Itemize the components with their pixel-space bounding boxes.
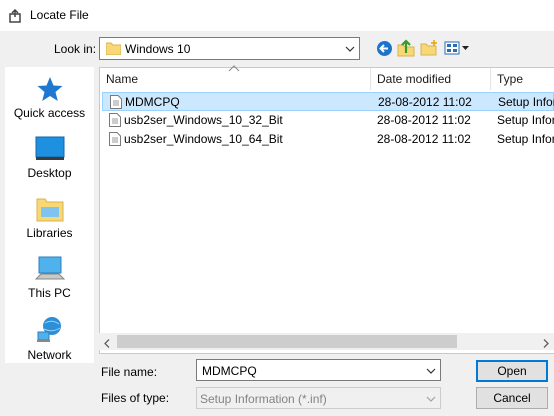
place-label: Libraries [26, 226, 73, 240]
file-name: usb2ser_Windows_10_32_Bit [124, 113, 283, 127]
computer-icon [34, 256, 65, 280]
look-in-value: Windows 10 [125, 42, 191, 56]
inf-file-icon [110, 95, 122, 109]
star-icon [37, 77, 62, 101]
window-title: Locate File [30, 8, 89, 22]
file-row[interactable]: usb2ser_Windows_10_64_Bit 28-08-2012 11:… [102, 130, 554, 149]
place-desktop[interactable]: Desktop [5, 135, 94, 193]
place-label: Network [27, 348, 72, 362]
scroll-right-icon[interactable] [543, 337, 549, 351]
file-date: 28-08-2012 11:02 [377, 113, 471, 127]
horizontal-scrollbar[interactable] [99, 333, 554, 350]
place-libraries[interactable]: Libraries [5, 195, 94, 253]
chevron-down-icon [345, 43, 355, 53]
app-icon [8, 8, 22, 23]
file-type: Setup Information [497, 113, 554, 127]
cancel-button[interactable]: Cancel [476, 387, 548, 409]
desktop-icon [35, 136, 64, 160]
scrollbar-thumb[interactable] [117, 335, 457, 348]
file-name-input[interactable]: MDMCPQ [196, 359, 441, 381]
look-in-label: Look in: [54, 42, 97, 56]
file-date: 28-08-2012 11:02 [378, 95, 472, 109]
view-menu-button[interactable] [444, 38, 470, 58]
chevron-down-icon [426, 393, 436, 407]
file-date: 28-08-2012 11:02 [377, 132, 471, 146]
libraries-icon [36, 198, 63, 222]
column-header-name[interactable]: Name [100, 68, 371, 90]
places-bar: Quick access Desktop Libraries This PC N… [5, 67, 94, 363]
place-quick-access[interactable]: Quick access [5, 75, 94, 133]
title-bar: Locate File [0, 0, 554, 31]
up-folder-icon [397, 39, 415, 57]
inf-file-icon [109, 132, 121, 146]
look-in-dropdown[interactable]: Windows 10 [99, 37, 360, 60]
back-button[interactable] [374, 38, 394, 58]
view-menu-icon [444, 41, 469, 55]
back-arrow-icon [376, 40, 392, 56]
up-folder-button[interactable] [396, 38, 416, 58]
file-name: MDMCPQ [125, 95, 180, 109]
network-icon [36, 317, 61, 342]
place-this-pc[interactable]: This PC [5, 255, 94, 313]
scroll-left-icon[interactable] [104, 337, 110, 351]
new-folder-button[interactable] [419, 38, 439, 58]
file-list[interactable]: Name Date modified Type MDMCPQ 28-08-201… [99, 65, 554, 354]
file-type-label: Files of type: [101, 391, 170, 405]
file-row[interactable]: MDMCPQ 28-08-2012 11:02 Setup Informatio… [102, 92, 554, 111]
place-label: This PC [28, 286, 71, 300]
file-name-label: File name: [101, 365, 158, 379]
file-type-value: Setup Information (*.inf) [200, 392, 327, 406]
file-name: usb2ser_Windows_10_64_Bit [124, 132, 283, 146]
file-type-dropdown[interactable]: Setup Information (*.inf) [196, 387, 441, 409]
file-type: Setup Information [498, 95, 554, 109]
column-header-date-modified[interactable]: Date modified [371, 68, 491, 90]
chevron-down-icon[interactable] [426, 365, 436, 379]
new-folder-icon [420, 40, 437, 56]
file-row[interactable]: usb2ser_Windows_10_32_Bit 28-08-2012 11:… [102, 111, 554, 130]
place-label: Desktop [27, 166, 72, 180]
file-name-value: MDMCPQ [202, 364, 257, 378]
place-label: Quick access [13, 106, 86, 120]
column-header-type[interactable]: Type [491, 68, 554, 90]
folder-icon [105, 42, 122, 56]
place-network[interactable]: Network [5, 315, 94, 373]
file-type: Setup Information [497, 132, 554, 146]
open-button[interactable]: Open [476, 360, 548, 382]
inf-file-icon [109, 113, 121, 127]
